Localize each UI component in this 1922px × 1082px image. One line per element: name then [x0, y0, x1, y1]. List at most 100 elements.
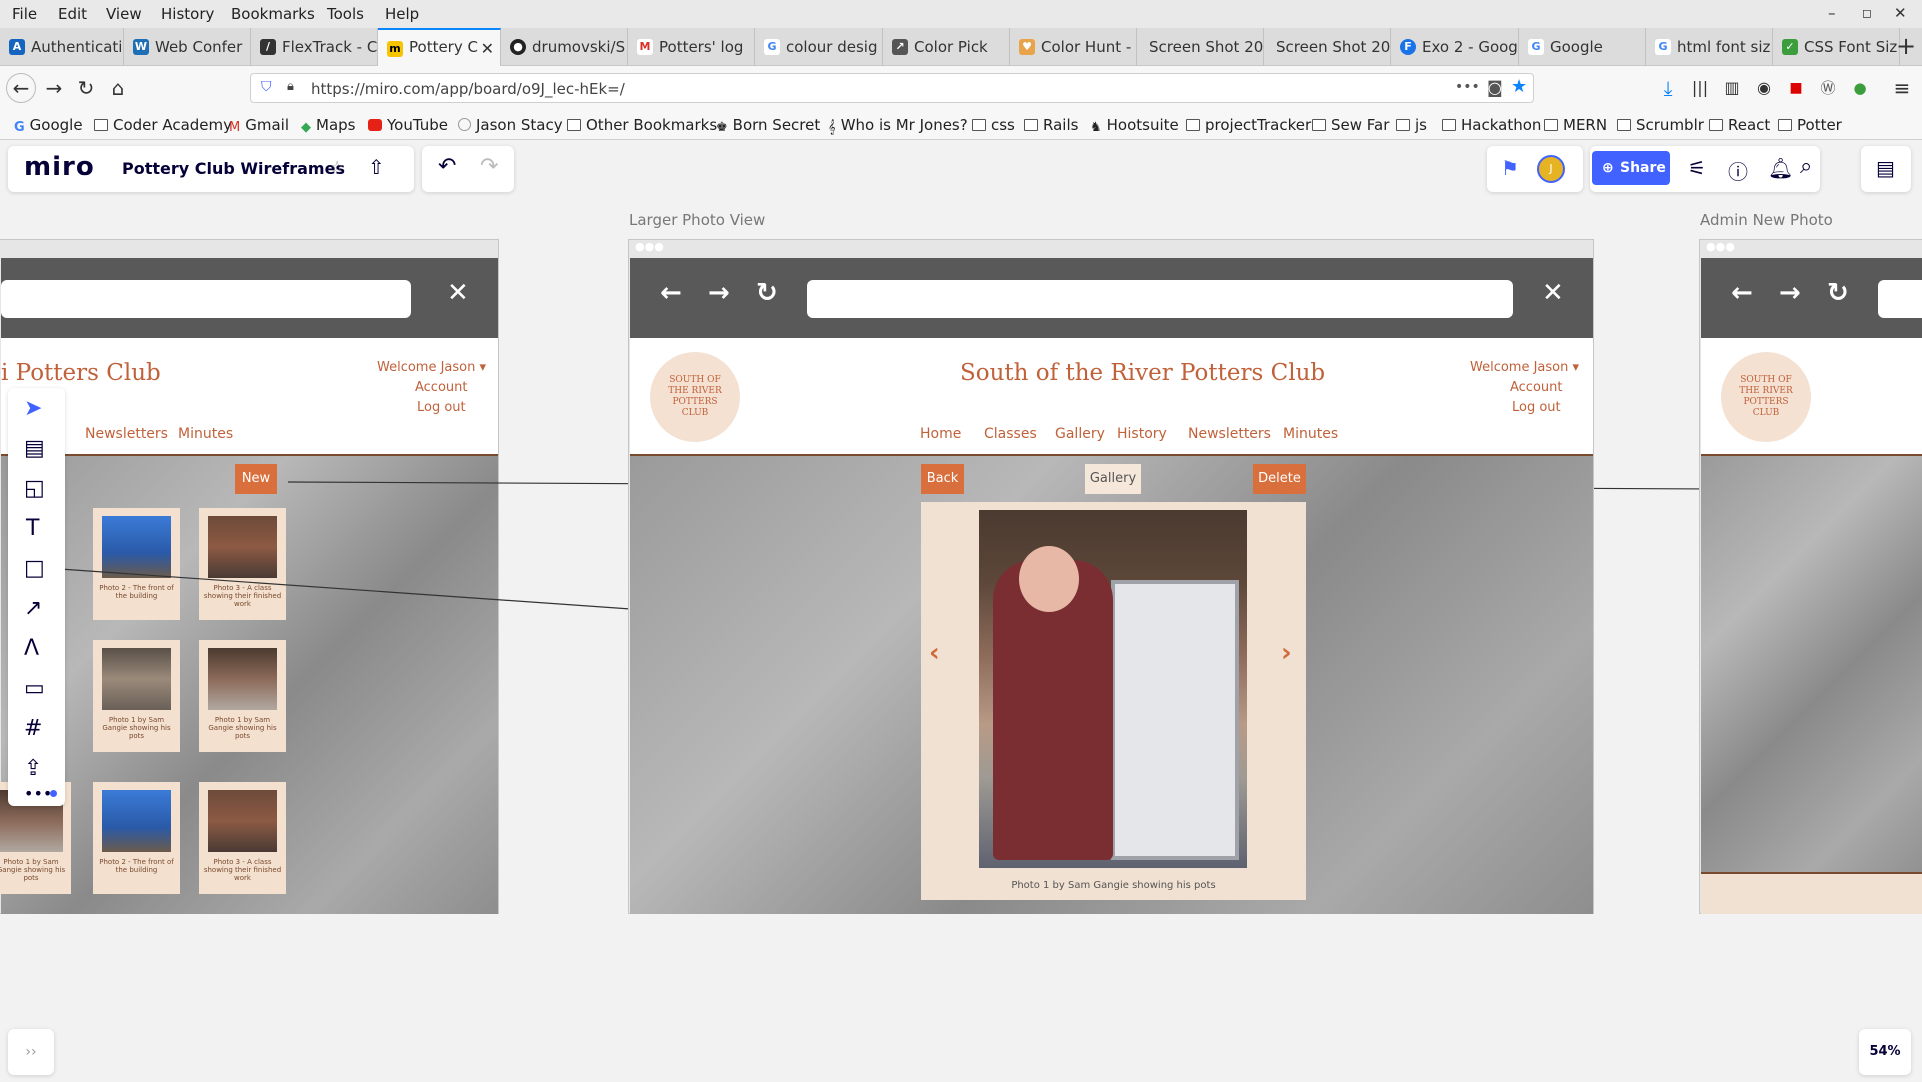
- tab-web-conference[interactable]: W Web Confer: [124, 28, 251, 66]
- menu-tools[interactable]: Tools: [327, 5, 364, 23]
- menu-file[interactable]: File: [12, 5, 37, 23]
- home-button[interactable]: ⌂: [104, 74, 132, 102]
- frame-tool-icon[interactable]: #: [24, 716, 42, 741]
- tab-color-picker[interactable]: ↗ Color Pick: [883, 28, 1010, 66]
- bookmark-hootsuite[interactable]: ♞ Hootsuite: [1090, 116, 1179, 135]
- tab-authentication[interactable]: A Authenticati: [0, 28, 124, 66]
- back-button[interactable]: ←: [6, 73, 36, 103]
- search-icon[interactable]: ⌕: [1800, 154, 1812, 179]
- settings-sliders-icon[interactable]: ⚟: [1688, 156, 1706, 180]
- sidebar-icon[interactable]: ▥: [1718, 74, 1746, 102]
- tab-github[interactable]: ● drumovski/S: [501, 28, 628, 66]
- bookmark-other-bookmarks[interactable]: Other Bookmarks: [567, 116, 717, 134]
- select-cursor-icon[interactable]: ➤: [24, 396, 42, 421]
- reload-button[interactable]: ↻: [72, 74, 100, 102]
- help-icon[interactable]: ⓘ: [1728, 156, 1748, 185]
- pocket-icon[interactable]: ◙: [1487, 78, 1503, 97]
- tab-css-font-size[interactable]: ✓ CSS Font Siz: [1773, 28, 1900, 66]
- url-bar[interactable]: ⛉ 🔒︎ https://miro.com/app/board/o9J_lec-…: [250, 73, 1534, 103]
- frame-label-larger-photo-view[interactable]: Larger Photo View: [629, 211, 765, 229]
- shape-tool-icon[interactable]: □: [24, 556, 45, 581]
- text-tool-icon[interactable]: T: [26, 516, 39, 541]
- tab-html-font-size[interactable]: Ghtml font siz: [1646, 28, 1773, 66]
- tab-screenshot-2[interactable]: Screen Shot 20:: [1264, 28, 1391, 66]
- minimize-button[interactable]: –: [1828, 4, 1836, 22]
- tab-colour-design[interactable]: Gcolour desig: [755, 28, 883, 66]
- bookmark-rails[interactable]: Rails: [1024, 116, 1078, 134]
- tab-color-hunt[interactable]: ♥ Color Hunt -: [1010, 28, 1137, 66]
- board-notes-icon[interactable]: ▤: [1876, 156, 1895, 180]
- attention-management-icon[interactable]: ⚑: [1501, 156, 1519, 180]
- window-close-button[interactable]: ✕: [1894, 4, 1907, 22]
- upload-icon[interactable]: ⇪: [24, 756, 42, 781]
- notifications-bell-icon[interactable]: 🔔︎: [1768, 156, 1793, 180]
- page-actions-icon[interactable]: •••: [1455, 79, 1480, 95]
- folder-icon: [1442, 119, 1456, 131]
- tab-close-icon[interactable]: ✕: [481, 39, 494, 58]
- colorpicker-extension-icon[interactable]: ●: [1846, 74, 1874, 102]
- comment-icon[interactable]: ▭: [24, 676, 45, 701]
- downloads-icon[interactable]: ⤓: [1654, 74, 1682, 102]
- extension-icon[interactable]: ■: [1782, 74, 1810, 102]
- wordpress-icon[interactable]: Ⓦ: [1814, 74, 1842, 102]
- hamburger-menu-icon[interactable]: ≡: [1888, 74, 1916, 102]
- menu-view[interactable]: View: [106, 5, 142, 23]
- frame-label-admin-new-photo[interactable]: Admin New Photo: [1700, 211, 1833, 229]
- tab-pottery-club[interactable]: m Pottery C ✕: [378, 28, 501, 66]
- tab-exo2[interactable]: F Exo 2 - Goog: [1391, 28, 1519, 66]
- url-text[interactable]: https://miro.com/app/board/o9J_lec-hEk=/: [311, 80, 625, 98]
- tab-screenshot-1[interactable]: Screen Shot 20:: [1137, 28, 1264, 66]
- miro-logo[interactable]: miro: [24, 152, 95, 182]
- bookmark-star-icon[interactable]: ★: [1511, 76, 1527, 97]
- lock-icon[interactable]: 🔒︎: [287, 79, 294, 94]
- bookmark-potter[interactable]: Potter: [1778, 116, 1842, 134]
- star-icon[interactable]: ☆: [330, 157, 344, 176]
- sticky-note-icon[interactable]: ◱: [24, 476, 45, 501]
- bookmark-youtube[interactable]: YouTube: [368, 116, 448, 134]
- library-icon[interactable]: |||: [1686, 74, 1714, 102]
- bookmark-jason-stacy[interactable]: Jason Stacy: [458, 116, 563, 134]
- bookmark-js[interactable]: js: [1396, 116, 1427, 134]
- redo-icon[interactable]: ↷: [480, 154, 498, 179]
- bookmark-coder-academy[interactable]: Coder Academy: [94, 116, 232, 134]
- bookmark-project-tracker[interactable]: projectTracker: [1186, 116, 1311, 134]
- tab-gmail[interactable]: M Potters' log: [628, 28, 755, 66]
- shield-icon[interactable]: ⛉: [261, 79, 272, 95]
- bookmark-react[interactable]: React: [1709, 116, 1770, 134]
- avatar[interactable]: J: [1537, 155, 1565, 183]
- menu-edit[interactable]: Edit: [58, 5, 87, 23]
- export-icon[interactable]: ⇧: [368, 155, 385, 179]
- share-button[interactable]: ⊕ Share: [1592, 151, 1670, 185]
- club-logo: SOUTH OF THE RIVER POTTERS CLUB: [1721, 352, 1811, 442]
- pen-tool-icon[interactable]: Λ: [24, 636, 39, 661]
- more-tools-icon[interactable]: •••: [24, 784, 52, 803]
- bookmark-born-secret[interactable]: ♚ Born Secret: [716, 116, 820, 135]
- menu-history[interactable]: History: [161, 5, 214, 23]
- zoom-level[interactable]: 54%: [1859, 1029, 1911, 1075]
- bookmark-maps[interactable]: ◆ Maps: [301, 116, 355, 135]
- frame-larger-photo-view[interactable]: ●●● ← → ↻ ✕ SOUTH OF THE RIVER POTTERS C…: [628, 239, 1594, 914]
- bookmark-sew-far[interactable]: Sew Far: [1312, 116, 1389, 134]
- bookmark-hackathon[interactable]: Hackathon: [1442, 116, 1541, 134]
- bookmark-css[interactable]: css: [972, 116, 1015, 134]
- templates-icon[interactable]: ▤: [24, 436, 45, 461]
- bookmark-google[interactable]: G Google: [14, 116, 83, 135]
- frame-admin-new-photo[interactable]: ●●● ← → ↻ SOUTH OF THE RIVER POTTERS CLU…: [1699, 239, 1922, 914]
- bookmark-gmail[interactable]: M Gmail: [229, 116, 289, 135]
- undo-icon[interactable]: ↶: [438, 154, 456, 179]
- tab-flextrack[interactable]: / FlexTrack - C: [251, 28, 378, 66]
- bookmark-scrumblr[interactable]: Scrumblr: [1617, 116, 1704, 134]
- account-icon[interactable]: ◉: [1750, 74, 1778, 102]
- miro-board-canvas[interactable]: ✕ i Potters Club Welcome Jason ▾ Account…: [0, 141, 1922, 1082]
- new-tab-button[interactable]: +: [1896, 32, 1916, 60]
- menu-bookmarks[interactable]: Bookmarks: [231, 5, 315, 23]
- maximize-button[interactable]: ◻: [1862, 6, 1872, 20]
- connection-line-icon[interactable]: ↗: [24, 596, 42, 621]
- bookmark-mern[interactable]: MERN: [1544, 116, 1607, 134]
- collapse-panel-button[interactable]: ››: [8, 1029, 54, 1075]
- menu-help[interactable]: Help: [385, 5, 419, 23]
- forward-button[interactable]: →: [40, 74, 68, 102]
- board-title[interactable]: Pottery Club Wireframes: [122, 159, 345, 178]
- tab-google[interactable]: G Google: [1519, 28, 1646, 66]
- bookmark-mr-jones[interactable]: 𝄞 Who is Mr Jones?: [828, 116, 968, 135]
